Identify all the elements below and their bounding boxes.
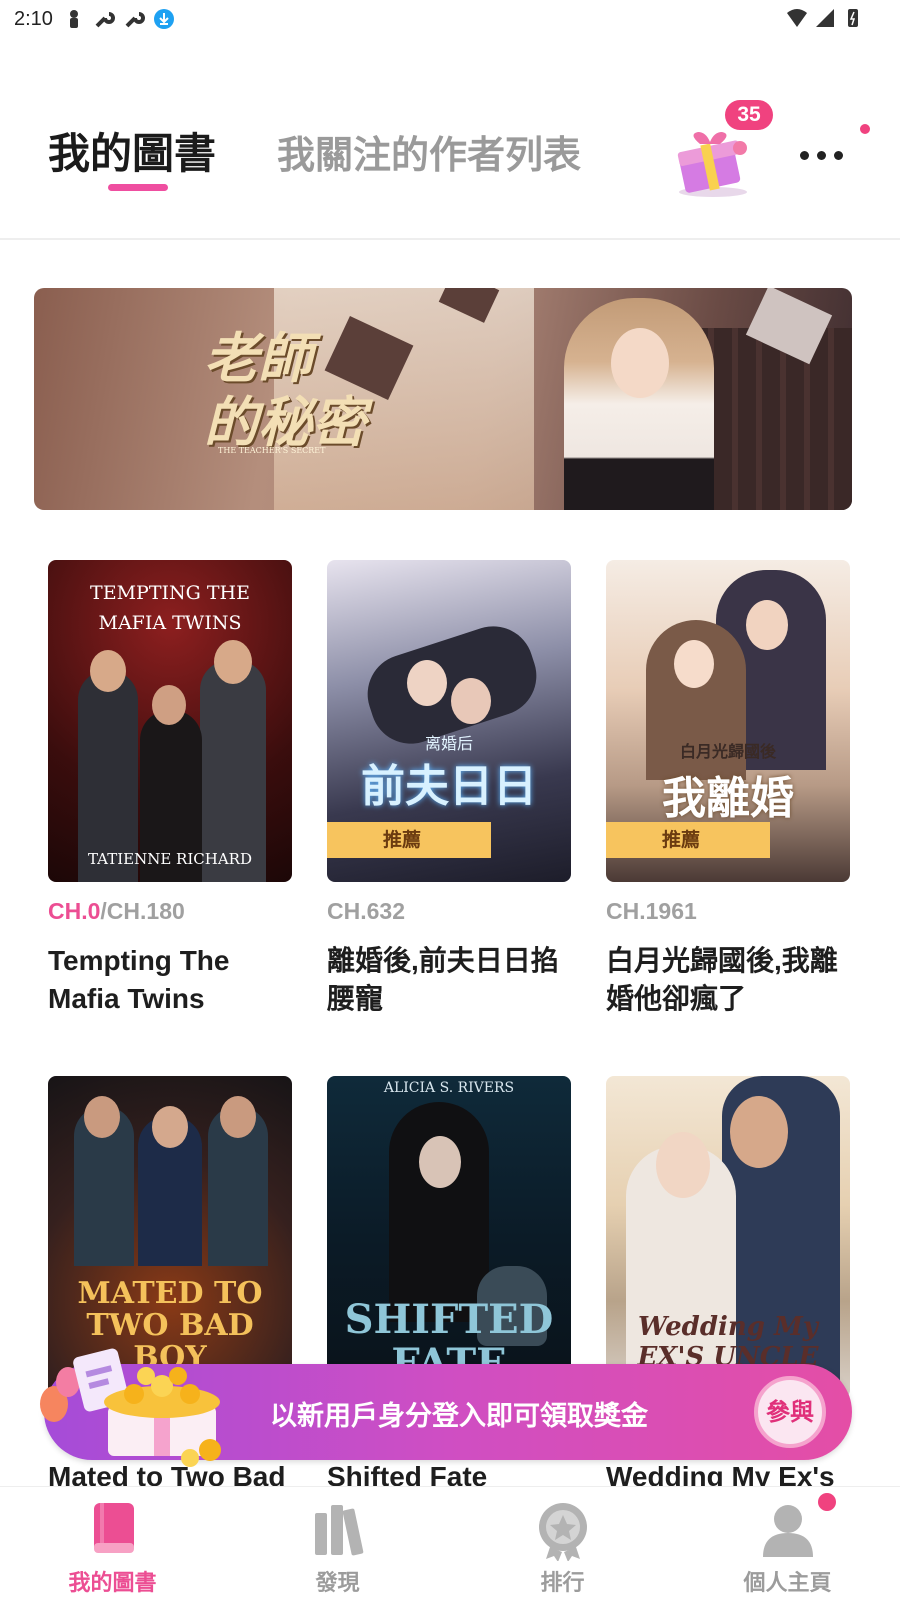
wifi-icon (787, 9, 807, 27)
banner-title: 老師 的秘密 (204, 326, 366, 454)
book-title[interactable]: 離婚後,前夫日日掐腰寵 (327, 942, 567, 1026)
nav-discover[interactable]: 發現 (225, 1487, 450, 1600)
nav-label: 我的圖書 (68, 1571, 157, 1596)
cover-tag-text: 白月光歸國後 (679, 742, 776, 761)
book-card[interactable]: MATED TO TWO BAD BOY ALPHAS Mated to Two… (48, 1076, 296, 1542)
more-dot-icon (800, 150, 809, 160)
book-cover[interactable]: Wedding My EX'S UNCLE (606, 1076, 850, 1398)
cover-face-art (84, 1096, 120, 1138)
gift-box-icon[interactable] (668, 130, 758, 200)
notification-icon (69, 10, 78, 28)
profile-icon (763, 1505, 813, 1557)
signal-icon (816, 9, 834, 27)
book-card[interactable]: ALICIA S. RIVERS SHIFTED FATE Shifted Fa… (327, 1076, 575, 1542)
tab-followed-authors[interactable]: 我關注的作者列表 (277, 124, 581, 179)
wrench-icon (125, 12, 145, 28)
nav-profile[interactable]: 個人主頁 (675, 1487, 900, 1600)
cover-face-art (730, 1096, 788, 1168)
nav-ranking[interactable]: 排行 (450, 1487, 675, 1600)
cover-title-text: TEMPTING THE MAFIA TWINS (90, 582, 250, 634)
join-button[interactable]: 參與 (754, 1376, 826, 1448)
recommend-ribbon: 推薦 (606, 822, 770, 858)
header: 我的圖書 我關注的作者列表 35 (0, 90, 900, 200)
book-cover[interactable]: TEMPTING THE MAFIA TWINS TATIENNE RICHAR… (48, 560, 292, 882)
gift-count-badge: 35 (725, 100, 773, 130)
recommend-ribbon: 推薦 (327, 822, 491, 858)
download-icon (153, 9, 174, 29)
banner-subtitle: THE TEACHER'S SECRET (218, 446, 326, 455)
chapter-current: CH.0 (48, 898, 101, 924)
book-title[interactable]: 白月光歸國後,我離婚他卻瘋了 (606, 942, 846, 1026)
cover-face-art (407, 660, 447, 706)
chapter-total: CH.1961 (606, 898, 697, 924)
nav-my-books[interactable]: 我的圖書 (0, 1487, 225, 1600)
book-cover[interactable]: 白月光歸國後 我離婚 推薦 (606, 560, 850, 882)
promo-text: 以新用戶身分登入即可領取獎金 (270, 1401, 648, 1432)
cover-title-text: 前夫日日 (361, 761, 537, 812)
book-card[interactable]: TEMPTING THE MAFIA TWINS TATIENNE RICHAR… (48, 560, 296, 1026)
book-card[interactable]: 离婚后 前夫日日 推薦 CH.632 離婚後,前夫日日掐腰寵 (327, 560, 575, 1026)
cover-author-text: ALICIA S. RIVERS (383, 1080, 515, 1096)
wrench-icon (95, 12, 115, 28)
nav-label: 排行 (540, 1571, 585, 1596)
cover-face-art (220, 1096, 256, 1138)
status-time: 2:10 (14, 7, 53, 30)
header-divider (0, 238, 900, 240)
nav-label: 個人主頁 (743, 1571, 832, 1596)
cover-face-art (152, 1106, 188, 1148)
status-bar: 2:10 (0, 0, 900, 38)
cover-author-text: TATIENNE RICHARD (88, 850, 252, 868)
cover-figure-art (200, 660, 266, 882)
tab-active-indicator (108, 184, 168, 191)
battery-icon (848, 9, 858, 27)
book-title[interactable]: Tempting The Mafia Twins (48, 942, 288, 1026)
ranking-icon (539, 1503, 587, 1561)
cover-title-text: 我離婚 (662, 773, 794, 824)
cover-face-art (90, 650, 126, 692)
status-icons-right (786, 7, 864, 29)
cover-face-art (419, 1136, 461, 1188)
status-icons-left (63, 8, 175, 30)
banner-title-line2: 的秘密 (204, 390, 366, 454)
bottom-navigation: 我的圖書 發現 排行 個人主頁 (0, 1486, 900, 1600)
profile-notification-dot (818, 1493, 836, 1511)
cover-face-art (674, 640, 714, 688)
notification-dot (860, 124, 870, 134)
screen: 2:10 我的圖書 我關注的作者列表 35 老師 的秘密 THE TEACHER… (0, 0, 900, 1600)
more-dot-icon (834, 150, 843, 160)
chapter-progress: CH.632 (327, 898, 575, 928)
banner-face-art (611, 328, 669, 398)
book-card[interactable]: 白月光歸國後 我離婚 推薦 CH.1961 白月光歸國後,我離婚他卻瘋了 (606, 560, 854, 1026)
promo-banner[interactable]: 老師 的秘密 THE TEACHER'S SECRET (34, 288, 852, 510)
tab-my-books[interactable]: 我的圖書 (48, 120, 216, 181)
chapter-total: /CH.180 (100, 898, 185, 924)
book-card[interactable]: Wedding My EX'S UNCLE Wedding My Ex's (606, 1076, 854, 1542)
chapter-progress: CH.0/CH.180 (48, 898, 296, 928)
more-dot-icon (817, 150, 826, 160)
book-cover[interactable]: 离婚后 前夫日日 推薦 (327, 560, 571, 882)
book-cover[interactable]: ALICIA S. RIVERS SHIFTED FATE (327, 1076, 571, 1398)
chapter-total: CH.632 (327, 898, 405, 924)
cover-face-art (214, 640, 252, 684)
more-options-button[interactable] (800, 140, 860, 170)
book-icon (94, 1503, 134, 1553)
cover-title-text: Wedding My EX'S UNCLE (637, 1312, 819, 1372)
cover-figure-art (389, 1102, 489, 1322)
library-icon (315, 1505, 364, 1556)
banner-title-line1: 老師 (204, 326, 312, 390)
chapter-progress: CH.1961 (606, 898, 854, 928)
coin-gift-icon (40, 1348, 221, 1467)
cover-face-art (451, 678, 491, 724)
cover-face-art (656, 1132, 710, 1198)
cover-face-art (152, 685, 186, 725)
nav-label: 發現 (315, 1571, 360, 1596)
cover-face-art (746, 600, 788, 650)
